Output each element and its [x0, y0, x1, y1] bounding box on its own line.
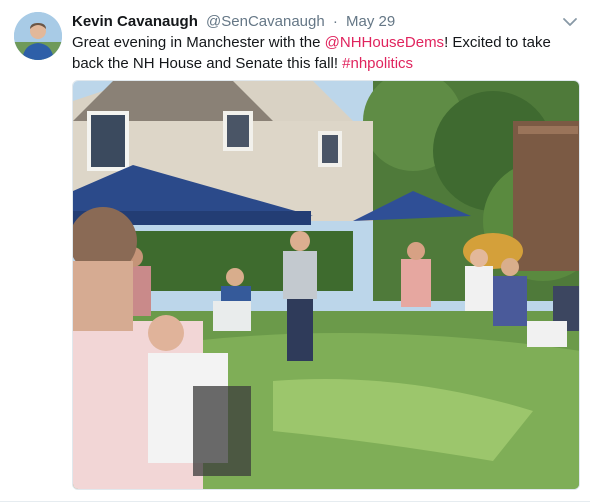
tweet-text-part1: Great evening in Manchester with the	[72, 34, 325, 51]
avatar-image	[14, 12, 62, 60]
tweet-text: Great evening in Manchester with the @NH…	[72, 32, 582, 74]
tweet-photo[interactable]	[72, 80, 580, 490]
tweet[interactable]: Kevin Cavanaugh @SenCavanaugh · May 29 G…	[0, 0, 590, 502]
author-handle[interactable]: @SenCavanaugh	[206, 13, 325, 30]
chevron-down-icon[interactable]	[562, 15, 578, 29]
author-name[interactable]: Kevin Cavanaugh	[72, 13, 198, 30]
avatar[interactable]	[14, 12, 62, 60]
tweet-date[interactable]: May 29	[346, 13, 395, 30]
tweet-header: Kevin Cavanaugh @SenCavanaugh · May 29	[72, 12, 395, 32]
mention-link[interactable]: @NHHouseDems	[325, 34, 444, 51]
separator-dot: ·	[332, 13, 338, 30]
photo-backyard-gathering	[73, 81, 579, 489]
hashtag-link[interactable]: #nhpolitics	[342, 55, 413, 72]
